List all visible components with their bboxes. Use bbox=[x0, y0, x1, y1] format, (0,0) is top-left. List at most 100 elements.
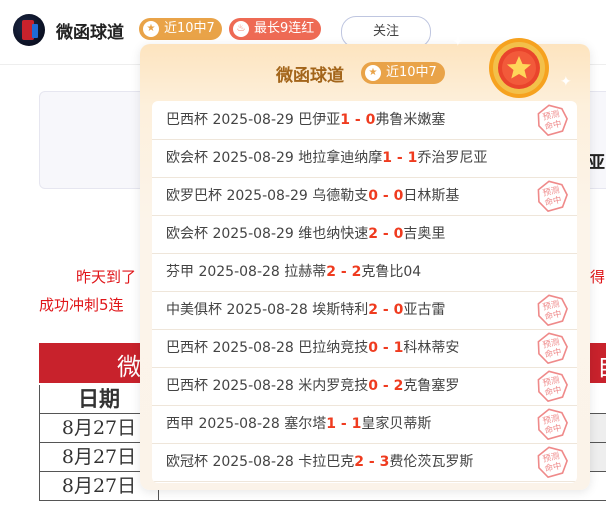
match-league: 巴西杯 bbox=[166, 112, 208, 128]
match-home-score: 0 bbox=[368, 188, 379, 204]
match-away-score: 3 bbox=[379, 454, 390, 470]
match-league: 中美俱杯 bbox=[166, 302, 222, 318]
match-away-team: 克鲁比04 bbox=[361, 264, 422, 280]
match-away-team: 科林蒂安 bbox=[403, 340, 460, 356]
match-away-score: 0 bbox=[393, 188, 404, 204]
match-text: 芬甲 2025-08-28 拉赫蒂2 - 2克鲁比04 bbox=[166, 253, 421, 291]
match-date: 2025-08-28 bbox=[198, 264, 280, 280]
match-home-score: 1 bbox=[326, 416, 337, 432]
match-away-team: 亚古雷 bbox=[403, 302, 446, 318]
article-text-right: 得 bbox=[590, 268, 606, 286]
streak-label: 最长9连红 bbox=[254, 21, 315, 36]
match-row[interactable]: 西甲 2025-08-28 塞尔塔1 - 1皇家贝蒂斯 预测 命中 bbox=[152, 405, 577, 444]
match-home-team: 拉赫蒂 bbox=[284, 264, 327, 280]
match-away-score: 0 bbox=[393, 226, 404, 242]
match-score-separator: - bbox=[392, 150, 408, 166]
match-row[interactable]: 巴西杯 2025-08-28 巴拉纳竞技0 - 1科林蒂安 预测 命中 bbox=[152, 329, 577, 368]
match-home-score: 0 bbox=[368, 378, 379, 394]
match-home-score: 1 bbox=[340, 112, 351, 128]
match-league: 欧冠杯 bbox=[166, 454, 208, 470]
match-away-score: 2 bbox=[393, 378, 404, 394]
match-league: 巴西杯 bbox=[166, 378, 208, 394]
match-date: 2025-08-28 bbox=[198, 416, 280, 432]
match-row[interactable]: 欧冠杯 2025-08-28 卡拉巴克2 - 3费伦茨瓦罗斯 预测 命中 bbox=[152, 443, 577, 482]
match-league: 芬甲 bbox=[166, 264, 194, 280]
star-icon: ★ bbox=[143, 21, 159, 37]
match-home-team: 乌德勒支 bbox=[312, 188, 369, 204]
match-league: 欧会杯 bbox=[166, 226, 208, 242]
match-away-score: 0 bbox=[393, 302, 404, 318]
author-name[interactable]: 微函球道 bbox=[56, 18, 124, 43]
match-home-team: 卡拉巴克 bbox=[298, 454, 355, 470]
match-date: 2025-08-29 bbox=[212, 112, 294, 128]
match-text: 欧罗巴杯 2025-08-29 乌德勒支0 - 0日林斯基 bbox=[166, 177, 459, 215]
match-away-score: 1 bbox=[407, 150, 418, 166]
match-score-separator: - bbox=[336, 416, 352, 432]
flame-icon: ♨ bbox=[233, 21, 249, 37]
match-home-score: 2 bbox=[368, 302, 379, 318]
match-text: 中美俱杯 2025-08-28 埃斯特利2 - 0亚古雷 bbox=[166, 291, 445, 329]
author-avatar[interactable] bbox=[13, 14, 45, 46]
match-home-team: 塞尔塔 bbox=[284, 416, 327, 432]
match-away-team: 日林斯基 bbox=[403, 188, 460, 204]
match-home-team: 米内罗竞技 bbox=[298, 378, 369, 394]
match-date: 2025-08-29 bbox=[226, 188, 308, 204]
match-text: 欧会杯 2025-08-29 维也纳快速2 - 0吉奥里 bbox=[166, 215, 445, 253]
match-score-separator: - bbox=[378, 226, 394, 242]
match-text: 欧冠杯 2025-08-28 卡拉巴克2 - 3费伦茨瓦罗斯 bbox=[166, 443, 473, 481]
prediction-hit-stamp: 预测命中 bbox=[537, 104, 568, 136]
medal-icon bbox=[489, 38, 549, 98]
sparkle-icon: ✦ bbox=[452, 34, 464, 50]
match-home-team: 维也纳快速 bbox=[298, 226, 369, 242]
match-away-score: 2 bbox=[351, 264, 362, 280]
match-text: 欧会杯 2025-08-29 地拉拿迪纳摩1 - 1乔治罗尼亚 bbox=[166, 139, 487, 177]
table-title: 微 bbox=[117, 353, 141, 381]
match-score-separator: - bbox=[364, 454, 380, 470]
prediction-hit-stamp: 预测命中 bbox=[537, 446, 568, 478]
match-date: 2025-08-28 bbox=[212, 340, 294, 356]
win-rate-label: 近10中7 bbox=[164, 21, 215, 36]
match-row[interactable]: 欧会杯 2025-08-29 地拉拿迪纳摩1 - 1乔治罗尼亚 bbox=[152, 139, 577, 178]
popup-title: 微函球道 bbox=[276, 66, 344, 86]
match-home-team: 巴拉纳竞技 bbox=[298, 340, 369, 356]
match-score-separator: - bbox=[378, 302, 394, 318]
match-away-score: 1 bbox=[351, 416, 362, 432]
match-away-score: 0 bbox=[365, 112, 376, 128]
match-text: 巴西杯 2025-08-29 巴伊亚1 - 0弗鲁米嫩塞 bbox=[166, 101, 445, 139]
match-home-team: 巴伊亚 bbox=[298, 112, 341, 128]
match-home-score: 1 bbox=[382, 150, 393, 166]
match-row[interactable]: 中美俱杯 2025-08-28 埃斯特利2 - 0亚古雷 预测 命中 bbox=[152, 291, 577, 330]
match-away-team: 皇家贝蒂斯 bbox=[361, 416, 432, 432]
star-icon: ★ bbox=[365, 65, 381, 81]
match-away-team: 吉奥里 bbox=[403, 226, 446, 242]
match-score-separator: - bbox=[336, 264, 352, 280]
match-row[interactable]: 欧会杯 2025-08-29 维也纳快速2 - 0吉奥里 bbox=[152, 215, 577, 254]
match-row[interactable]: 巴西杯 2025-08-28 米内罗竞技0 - 2克鲁塞罗 预测 命中 bbox=[152, 367, 577, 406]
match-text: 巴西杯 2025-08-28 米内罗竞技0 - 2克鲁塞罗 bbox=[166, 367, 459, 405]
sparkle-icon: ✦ bbox=[560, 74, 572, 90]
match-row[interactable]: 巴西杯 2025-08-29 巴伊亚1 - 0弗鲁米嫩塞 预测 命中 bbox=[152, 101, 577, 140]
table-title-right: 自 bbox=[597, 347, 606, 382]
match-score-separator: - bbox=[350, 112, 366, 128]
match-score-separator: - bbox=[378, 340, 394, 356]
match-list: 巴西杯 2025-08-29 巴伊亚1 - 0弗鲁米嫩塞 预测 命中 欧会杯 2025… bbox=[152, 101, 577, 483]
match-away-team: 克鲁塞罗 bbox=[403, 378, 460, 394]
match-away-team: 费伦茨瓦罗斯 bbox=[389, 454, 474, 470]
prediction-hit-stamp: 预测命中 bbox=[537, 332, 568, 364]
match-league: 欧会杯 bbox=[166, 150, 208, 166]
match-row[interactable]: 芬甲 2025-08-28 拉赫蒂2 - 2克鲁比04 bbox=[152, 253, 577, 292]
match-home-score: 2 bbox=[354, 454, 365, 470]
match-home-score: 2 bbox=[368, 226, 379, 242]
article-text-line1: 昨天到了 bbox=[76, 268, 137, 286]
match-home-team: 地拉拿迪纳摩 bbox=[298, 150, 383, 166]
win-rate-badge: ★ 近10中7 bbox=[139, 18, 222, 40]
match-score-separator: - bbox=[378, 188, 394, 204]
infobox-text: 亚 bbox=[588, 153, 605, 173]
match-text: 西甲 2025-08-28 塞尔塔1 - 1皇家贝蒂斯 bbox=[166, 405, 431, 443]
match-date: 2025-08-28 bbox=[212, 378, 294, 394]
match-date: 2025-08-29 bbox=[212, 150, 294, 166]
match-league: 西甲 bbox=[166, 416, 194, 432]
match-league: 巴西杯 bbox=[166, 340, 208, 356]
match-row[interactable]: 欧罗巴杯 2025-08-29 乌德勒支0 - 0日林斯基 预测 命中 bbox=[152, 177, 577, 216]
prediction-hit-stamp: 预测命中 bbox=[537, 370, 568, 402]
